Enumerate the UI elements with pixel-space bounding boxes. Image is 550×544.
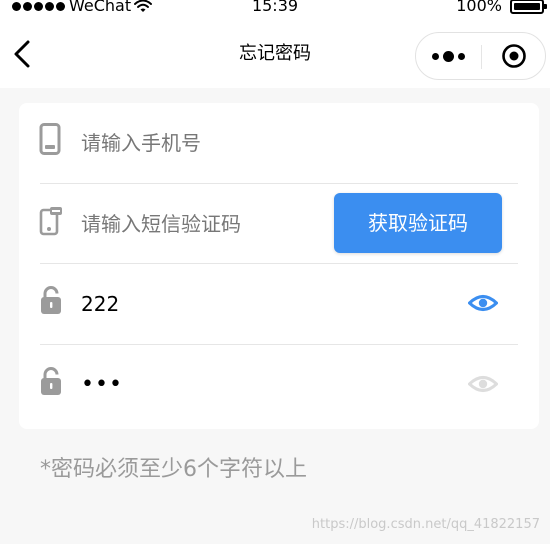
close-circle-icon xyxy=(501,44,526,68)
sms-code-input[interactable] xyxy=(81,208,321,240)
more-button[interactable] xyxy=(416,33,481,79)
status-right: 100% xyxy=(456,0,547,15)
password-visibility-toggle[interactable] xyxy=(466,291,500,315)
confirm-password-visibility-toggle[interactable] xyxy=(466,372,500,396)
get-code-button[interactable]: 获取验证码 xyxy=(334,193,502,253)
nav-bar: 忘记密码 xyxy=(0,16,550,88)
lock-icon xyxy=(41,286,61,314)
sms-phone-icon xyxy=(39,207,62,236)
phone-input[interactable] xyxy=(81,127,381,159)
reset-password-form: 获取验证码 ••• xyxy=(19,103,539,429)
lock-icon xyxy=(41,367,61,395)
battery-icon xyxy=(510,0,547,14)
phone-row xyxy=(19,103,539,183)
password-input[interactable] xyxy=(81,288,381,320)
phone-icon xyxy=(39,123,61,155)
more-dots-icon xyxy=(432,50,465,62)
mini-program-capsule xyxy=(415,32,546,80)
confirm-password-row: ••• xyxy=(19,345,539,425)
eye-icon xyxy=(468,376,498,392)
eye-icon xyxy=(468,295,498,311)
password-hint: *密码必须至少6个字符以上 xyxy=(40,457,307,482)
battery-percent: 100% xyxy=(456,0,502,15)
status-bar: WeChat 15:39 100% xyxy=(0,0,550,16)
close-button[interactable] xyxy=(482,33,545,79)
watermark: https://blog.csdn.net/qq_41822157 xyxy=(311,517,540,532)
confirm-password-input[interactable]: ••• xyxy=(81,369,381,401)
password-row xyxy=(19,264,539,344)
